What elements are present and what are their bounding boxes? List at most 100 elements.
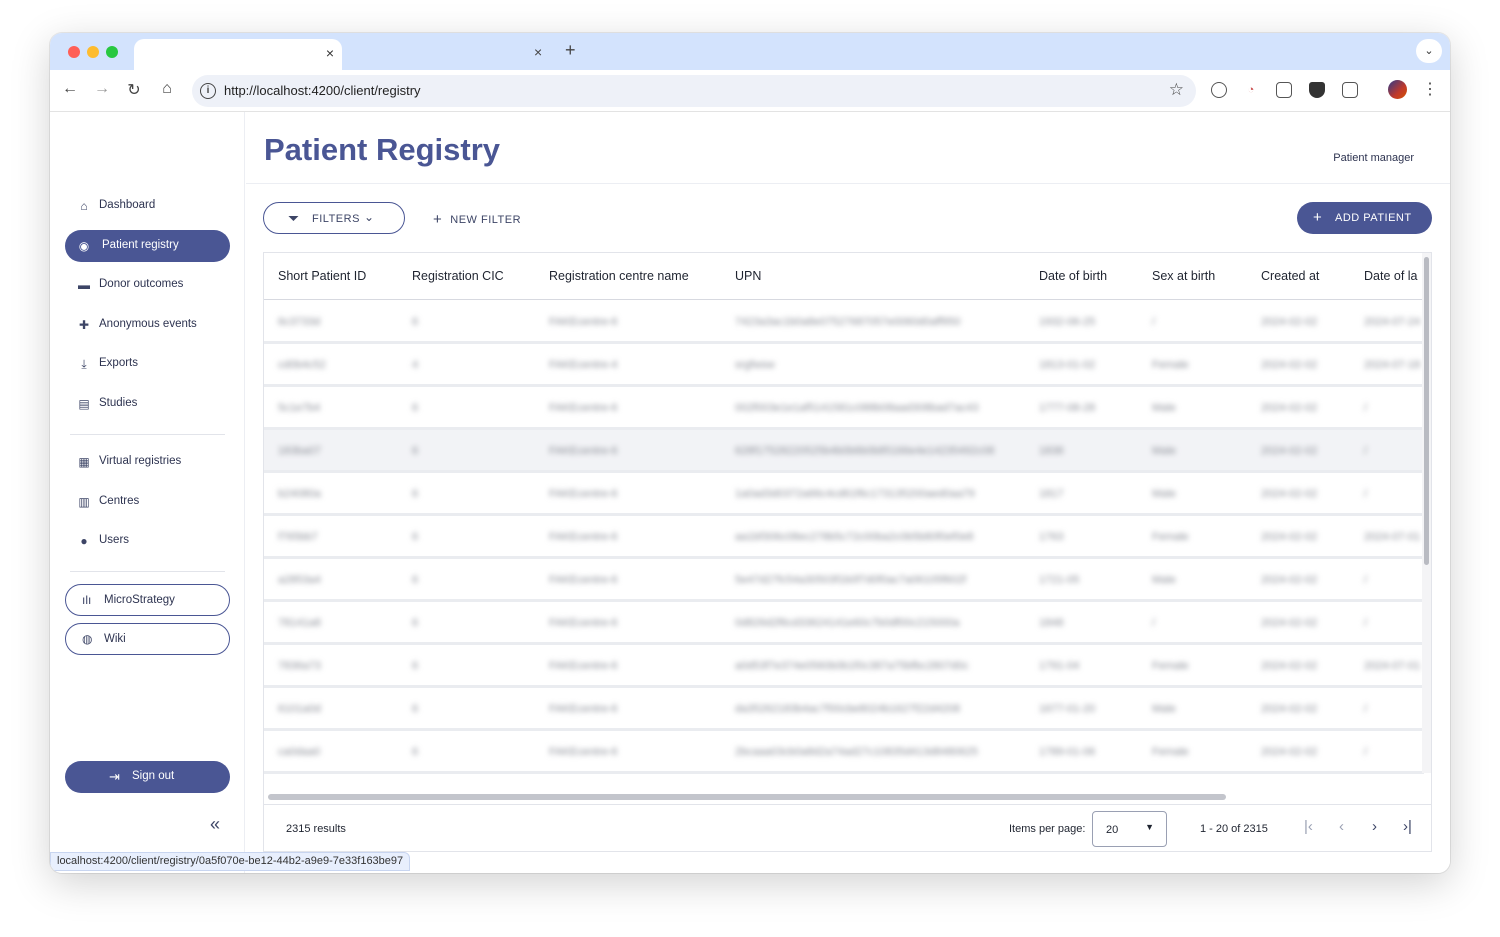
reload-icon[interactable]: ↻ (123, 80, 145, 100)
table-row[interactable]: a2853a4 6 FAKEcentre-6 5e47d27fc54a30503f1b… (264, 559, 1424, 602)
new-tab-icon[interactable]: + (565, 40, 576, 61)
address-url[interactable]: http://localhost:4200/client/registry (224, 83, 421, 98)
page-title: Patient Registry (264, 132, 501, 167)
browser-tab-active[interactable]: × (134, 39, 342, 70)
table-cell: / (1152, 617, 1156, 629)
filter-icon: ⏷ (288, 210, 300, 226)
microstrategy-link-button[interactable]: ılı MicroStrategy (65, 584, 230, 616)
table-row[interactable]: 78141a8 6 FAKEcentre-6 0d826d2f6cd33624141e… (264, 602, 1424, 645)
sidebar-item-anonymous-events[interactable]: ✚ Anonymous events (65, 309, 230, 341)
status-bar-url: localhost:4200/client/registry/0a5f070e-… (50, 852, 411, 871)
table-row[interactable]: 183ba07 6 FAKEcentre-6 628f17528220525b4b0b… (264, 430, 1424, 473)
table-cell: 1789-01-06 (1039, 746, 1096, 758)
table-row[interactable]: cd0b4c52 4 FAKEcentre-4 srgfwsw 1813-01-02 Fe… (264, 344, 1424, 387)
first-page-icon[interactable]: |‹ (1304, 818, 1313, 835)
close-window-button[interactable] (68, 46, 80, 58)
tab-close-icon[interactable]: × (326, 45, 334, 61)
table-cell: Male (1152, 488, 1176, 500)
back-icon[interactable]: ← (59, 80, 81, 98)
sidebar-item-centres[interactable]: ▥ Centres (65, 486, 230, 518)
previous-page-icon[interactable]: ‹ (1339, 818, 1344, 835)
new-filter-button[interactable]: + NEW FILTER (433, 210, 521, 228)
tab-strip: × × + ⌄ (50, 33, 1450, 70)
table-cell: 2024-02-02 (1261, 617, 1318, 629)
extension-icon[interactable]: ◔ (1243, 82, 1259, 98)
items-per-page-select[interactable]: 20 ▼ (1092, 811, 1167, 847)
sidebar-item-label: Patient registry (102, 239, 179, 251)
puzzle-extensions-icon[interactable] (1342, 82, 1358, 98)
sidebar-item-exports[interactable]: ⤓ Exports (65, 348, 230, 380)
table-row[interactable]: ca0daa0 6 FAKEcentre-6 2bcaaa03cb0a8d2a74ad… (264, 731, 1424, 774)
column-header[interactable]: Registration CIC (412, 269, 504, 283)
address-bar[interactable]: i http://localhost:4200/client/registry … (192, 75, 1196, 107)
tab-close-icon[interactable]: × (534, 44, 542, 60)
tab-search-icon[interactable]: ⌄ (1416, 39, 1442, 63)
column-header[interactable]: UPN (735, 269, 761, 283)
site-info-icon[interactable]: i (200, 83, 216, 99)
last-page-icon[interactable]: ›| (1403, 818, 1412, 835)
table-cell: 1813-01-02 (1039, 359, 1096, 371)
table-cell: 7423a3ac1b0a8e07527687057e0060d0aff950 (735, 316, 961, 328)
profile-avatar[interactable] (1388, 80, 1407, 99)
table-cell: FAKEcentre-6 (549, 402, 618, 414)
table-header: Short Patient ID Registration CIC Registra… (264, 253, 1424, 300)
minimize-window-button[interactable] (87, 46, 99, 58)
column-header[interactable]: Date of birth (1039, 269, 1107, 283)
sidebar-item-label: Exports (99, 357, 138, 369)
horizontal-scroll-thumb[interactable] (268, 794, 1226, 800)
pagination-range: 1 - 20 of 2315 (1200, 823, 1268, 835)
table-cell: 2024-02-02 (1261, 359, 1318, 371)
extension-icon[interactable] (1211, 82, 1227, 98)
sign-out-label: Sign out (132, 770, 175, 782)
wiki-link-button[interactable]: ◍ Wiki (65, 623, 230, 655)
browser-menu-icon[interactable]: ⋮ (1422, 79, 1438, 99)
sidebar-item-virtual-registries[interactable]: ▦ Virtual registries (65, 446, 230, 478)
table-row[interactable]: f765bb7 6 FAKEcentre-6 aa1bf306c08ec278b5c7… (264, 516, 1424, 559)
sign-out-button[interactable]: ⇥ Sign out (65, 761, 230, 793)
table-cell: 0d826d2f6cd33624141e60c7b0df00c215000a (735, 617, 960, 629)
table-row[interactable]: b24080a 6 FAKEcentre-6 1a0ad3d0372a66c4cd61… (264, 473, 1424, 516)
table-row[interactable]: 5c1e7b4 6 FAKEcentre-6 002f003e1e1af5141581… (264, 387, 1424, 430)
next-page-icon[interactable]: › (1372, 818, 1377, 835)
column-header[interactable]: Sex at birth (1152, 269, 1215, 283)
sidebar-item-patient-registry[interactable]: ◉ Patient registry (65, 230, 230, 262)
column-header[interactable]: Registration centre name (549, 269, 689, 283)
collapse-sidebar-icon[interactable]: « (210, 814, 220, 835)
column-header[interactable]: Created at (1261, 269, 1319, 283)
forward-icon[interactable]: → (91, 80, 113, 98)
table-row[interactable]: 7836a73 6 FAKEcentre-6 a0d53f7e374e0560b0b1… (264, 645, 1424, 688)
sidebar-item-studies[interactable]: ▤ Studies (65, 388, 230, 420)
table-cell: ca0daa0 (278, 746, 321, 758)
patient-table: Short Patient ID Registration CIC Registra… (263, 252, 1432, 852)
extension-icon[interactable] (1276, 82, 1292, 98)
table-cell: 2024-02-02 (1261, 316, 1318, 328)
table-cell: Male (1152, 445, 1176, 457)
shield-extension-icon[interactable] (1309, 82, 1325, 98)
table-row[interactable]: 6c3733d 6 FAKEcentre-6 7423a3ac1b0a8e075276… (264, 301, 1424, 344)
table-cell: 5e47d27fc54a30503f1b0f7d0f0ac7a06105f602… (735, 574, 967, 586)
add-patient-button[interactable]: + ADD PATIENT (1297, 202, 1432, 234)
browser-window: × × + ⌄ ← → ↻ ⌂ i http://localhost:4200/… (50, 33, 1450, 873)
items-per-page-label: Items per page: (1009, 823, 1086, 835)
column-header[interactable]: Date of la (1364, 269, 1418, 283)
globe-icon: ◍ (82, 632, 93, 646)
table-row[interactable]: 6101a0d 6 FAKEcentre-6 da35262183b4ac7f00cb… (264, 688, 1424, 731)
vertical-scrollbar[interactable] (1422, 253, 1431, 773)
bookmark-star-icon[interactable]: ☆ (1169, 80, 1184, 100)
filters-label: FILTERS (312, 213, 360, 225)
home-icon[interactable]: ⌂ (156, 80, 178, 98)
table-cell: 6 (412, 488, 419, 500)
maximize-window-button[interactable] (106, 46, 118, 58)
table-cell: 6 (412, 746, 419, 758)
filters-button[interactable]: ⏷ FILTERS ⌄ (263, 202, 405, 234)
sidebar-item-label: Anonymous events (99, 318, 197, 330)
sidebar-item-dashboard[interactable]: ⌂ Dashboard (65, 190, 230, 222)
table-cell: 6 (412, 445, 419, 457)
sidebar-item-donor-outcomes[interactable]: ▬ Donor outcomes (65, 269, 230, 301)
table-cell: 1677-01-20 (1039, 703, 1096, 715)
sidebar-item-users[interactable]: ● Users (65, 525, 230, 557)
table-cell: srgfwsw (735, 359, 775, 371)
column-header[interactable]: Short Patient ID (278, 269, 366, 283)
vertical-scroll-thumb[interactable] (1424, 257, 1429, 565)
table-cell: 6 (412, 617, 419, 629)
